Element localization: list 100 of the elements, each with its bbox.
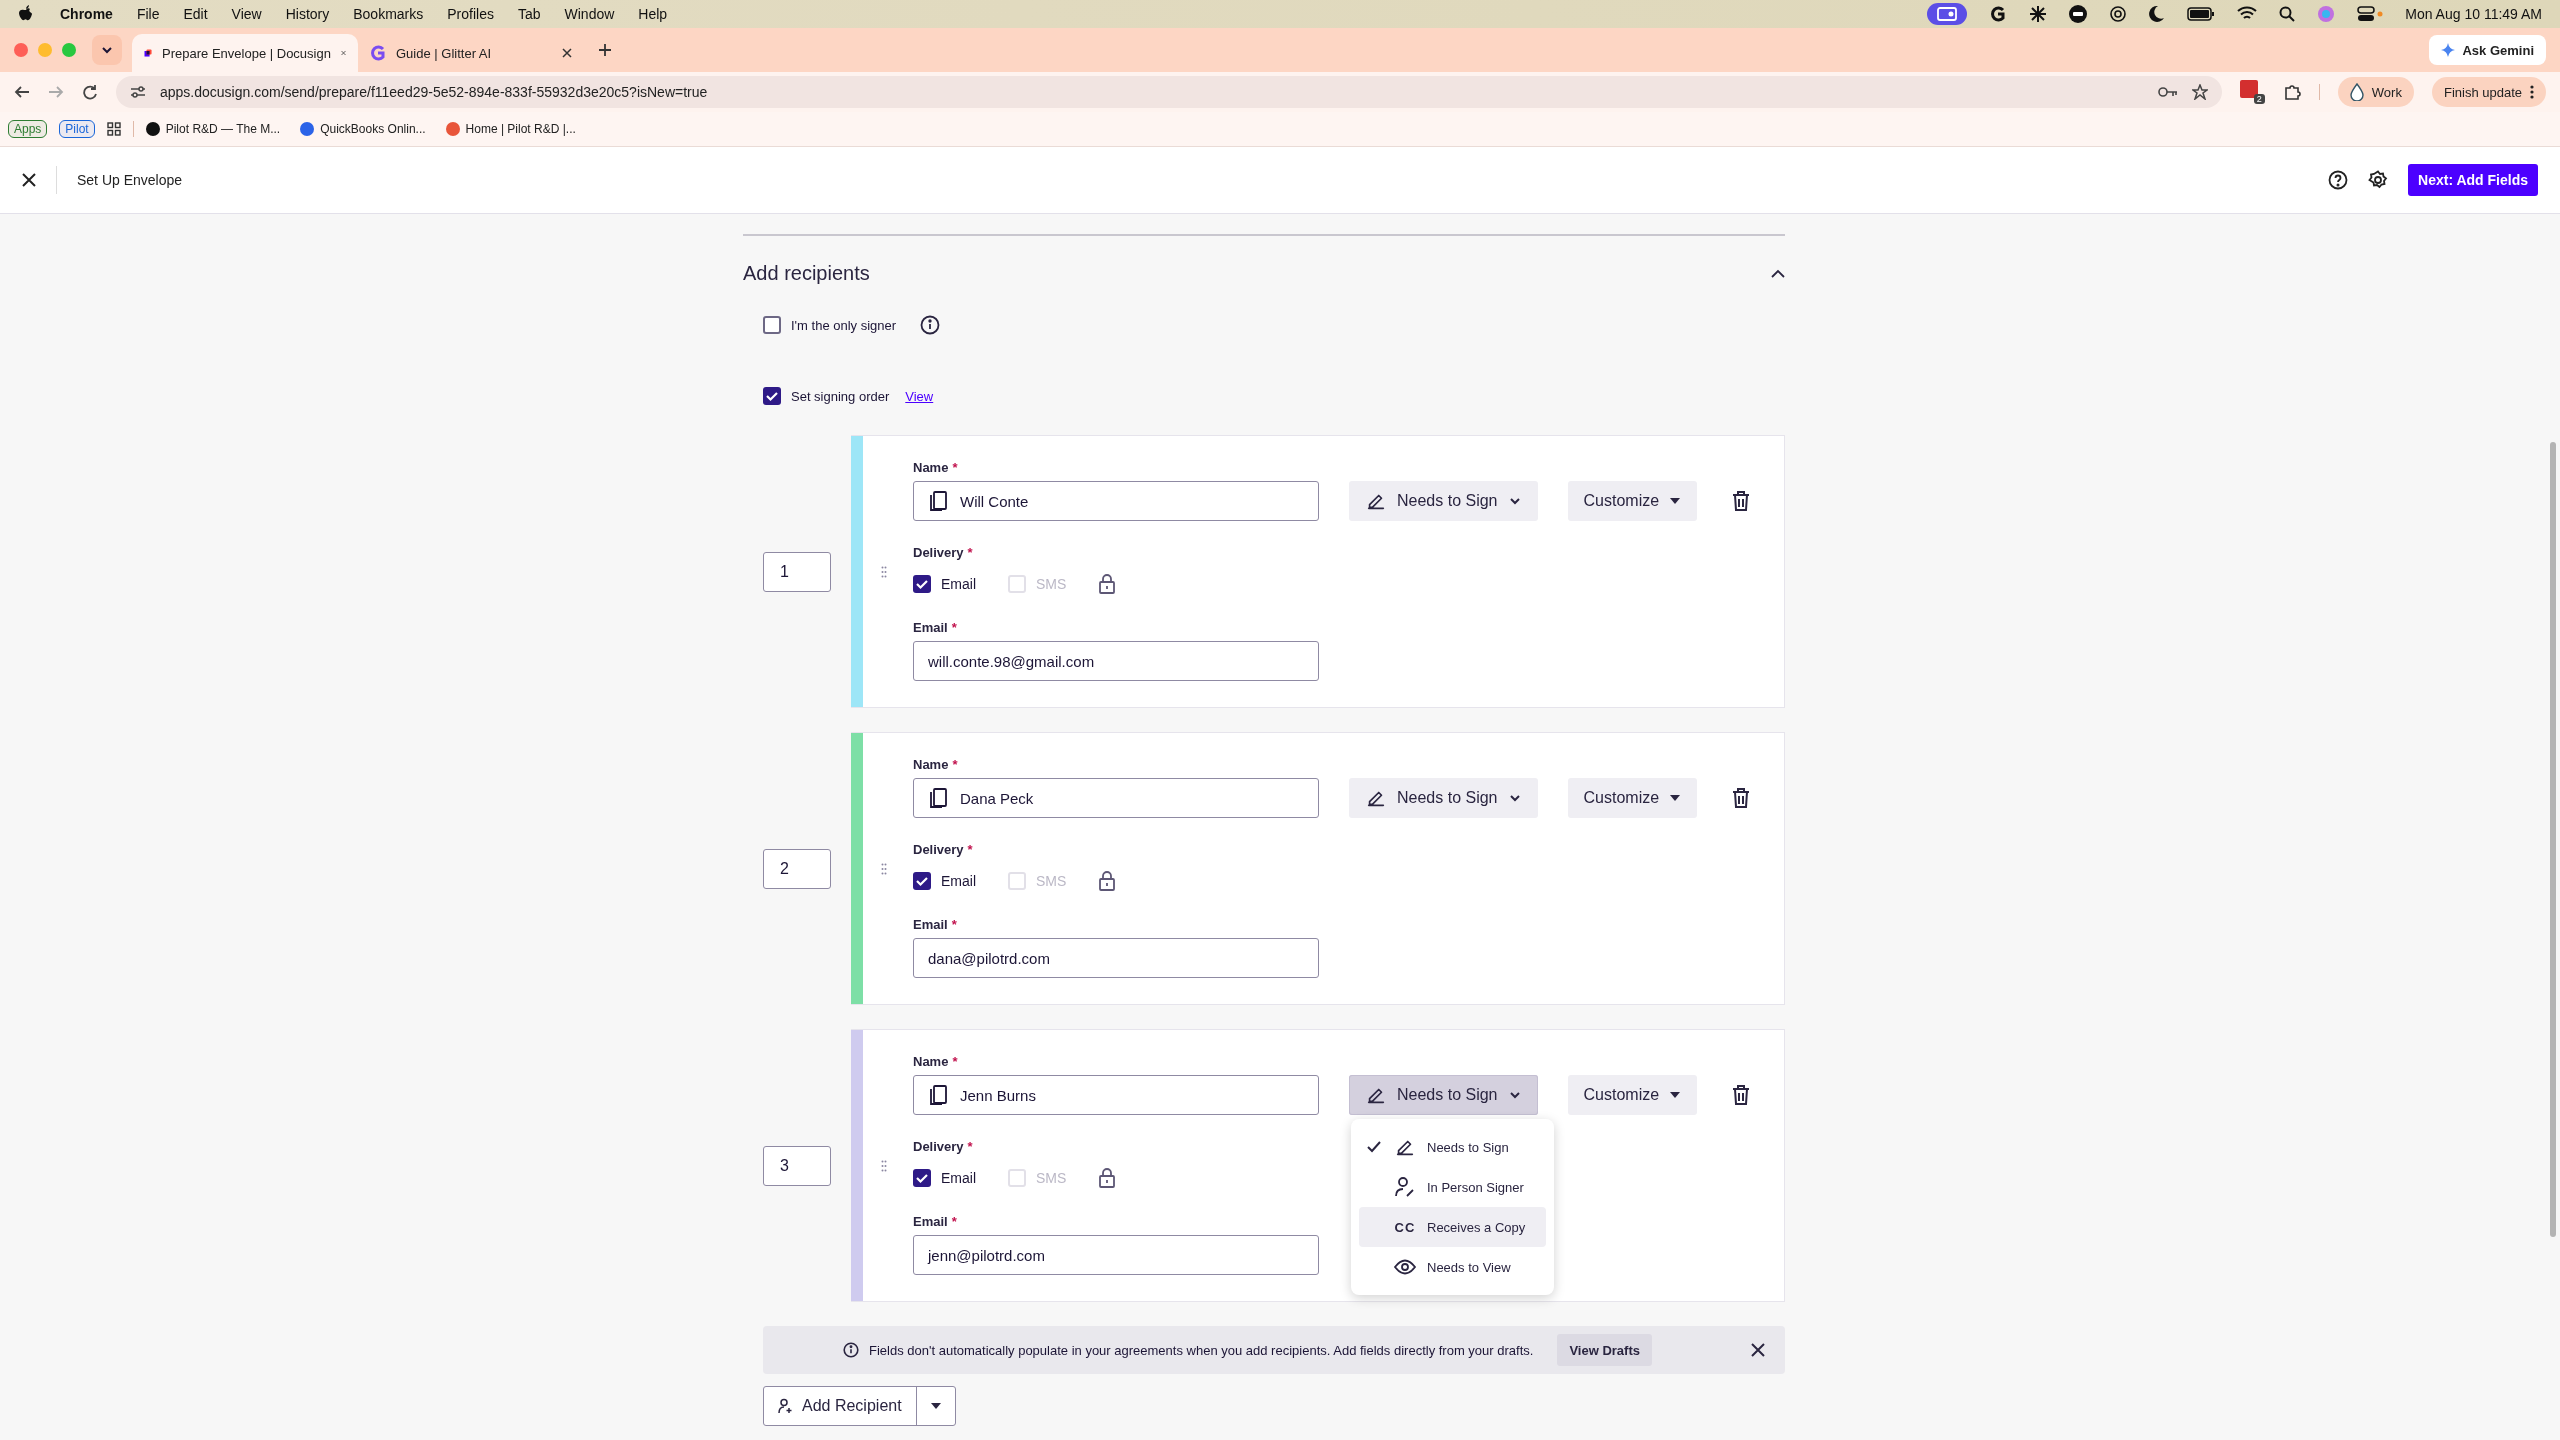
clock[interactable]: Mon Aug 10 11:49 AM (2405, 6, 2542, 22)
menu-item[interactable]: Profiles (447, 6, 494, 22)
order-field[interactable]: 2 (763, 848, 831, 889)
caret-icon (1669, 794, 1682, 802)
contacts-icon[interactable] (928, 490, 948, 512)
apple-logo-icon[interactable] (18, 5, 34, 23)
app-menu[interactable]: Chrome (60, 6, 113, 22)
field-label: Email * (913, 1214, 958, 1229)
screen-share-icon[interactable] (1927, 3, 1968, 25)
profile-button[interactable]: Work (2337, 77, 2414, 107)
drag-handle-icon[interactable] (881, 1159, 887, 1172)
customize-dropdown[interactable]: Customize (1567, 1075, 1698, 1115)
drag-handle-icon[interactable] (881, 862, 887, 875)
menu-option[interactable]: CC Receives a Copy (1359, 1207, 1546, 1247)
checkbox[interactable] (763, 316, 781, 334)
moon-icon[interactable] (2149, 5, 2166, 23)
eye-icon (1394, 1259, 1416, 1275)
role-dropdown[interactable]: Needs to Sign (1349, 481, 1538, 521)
caret-icon (1669, 497, 1682, 505)
checkbox[interactable] (913, 872, 931, 890)
menu-item[interactable]: View (231, 6, 262, 22)
contacts-icon[interactable] (928, 787, 948, 809)
checkbox[interactable] (913, 1169, 931, 1187)
name-field[interactable]: Will Conte (913, 481, 1319, 521)
drag-handle-icon[interactable] (881, 565, 887, 578)
role-dropdown[interactable]: Needs to Sign (1349, 778, 1538, 818)
menu-item[interactable]: Window (564, 6, 615, 22)
finish-update-button[interactable]: Finish update (2431, 77, 2546, 107)
close-icon[interactable] (22, 173, 36, 187)
order-field[interactable]: 1 (763, 551, 831, 592)
field-label: Email * (913, 917, 958, 932)
menu-option[interactable]: Needs to Sign (1359, 1127, 1546, 1167)
order-field[interactable]: 3 (763, 1145, 831, 1186)
checkbox[interactable] (763, 387, 781, 405)
ask-gemini-button[interactable]: Ask Gemini (2429, 35, 2546, 65)
address-bar[interactable]: apps.docusign.com/send/prepare/f11eed29-5e52-894e-833f-55932d3e20c5?isNew=true (116, 76, 2222, 108)
browser-tab[interactable]: Prepare Envelope | Docusign (132, 34, 358, 72)
browser-tab[interactable]: Guide | Glitter AI (358, 34, 584, 72)
menu-option[interactable]: Needs to View (1359, 1247, 1546, 1287)
person-add-icon (778, 1398, 794, 1414)
section-heading: Add recipients (743, 262, 870, 285)
apps-grid-icon[interactable] (106, 122, 121, 136)
lock-icon (1098, 574, 1117, 594)
search-icon[interactable] (2279, 6, 2296, 22)
collapse-icon[interactable] (1771, 268, 1785, 279)
site-settings-icon[interactable] (130, 85, 146, 99)
cc-label: CC (1394, 1219, 1416, 1235)
bookmark-link[interactable]: QuickBooks Onlin... (300, 122, 426, 136)
puzzle-icon[interactable] (2282, 83, 2301, 101)
checkbox-label: SMS (1036, 1170, 1067, 1186)
email-field[interactable]: dana@pilotrd.com (913, 938, 1319, 978)
name-field[interactable]: Jenn Burns (913, 1075, 1319, 1115)
starburst-icon[interactable] (2029, 5, 2048, 23)
site-favicon (370, 45, 386, 61)
menu-option[interactable]: In Person Signer (1359, 1167, 1546, 1207)
menu-item[interactable]: Edit (183, 6, 208, 22)
battery-icon[interactable] (2187, 7, 2216, 21)
trash-icon[interactable] (1731, 490, 1752, 512)
field-label: Delivery * (913, 842, 974, 857)
key-icon[interactable] (2157, 86, 2178, 98)
tab-search-button[interactable] (92, 35, 122, 65)
info-icon[interactable] (920, 315, 941, 335)
page-title: Set Up Envelope (56, 166, 183, 194)
contacts-icon[interactable] (928, 1084, 948, 1106)
menu-item[interactable]: Bookmarks (353, 6, 424, 22)
close-icon[interactable] (1751, 1343, 1765, 1357)
name-field[interactable]: Dana Peck (913, 778, 1319, 818)
trash-icon[interactable] (1731, 787, 1752, 809)
menu-item[interactable]: Help (638, 6, 668, 22)
menu-item[interactable]: History (285, 6, 330, 22)
next-add-fields-button[interactable]: Next: Add Fields (2408, 164, 2538, 196)
menu-item[interactable]: File (136, 6, 160, 22)
bookmark-link[interactable]: Pilot R&D — The M... (145, 122, 281, 136)
email-field[interactable]: jenn@pilotrd.com (913, 1235, 1319, 1275)
scrollbar-thumb[interactable] (2550, 442, 2556, 1237)
checkbox-label: Email (941, 873, 976, 889)
back-icon[interactable] (14, 84, 30, 100)
customize-dropdown[interactable]: Customize (1567, 778, 1698, 818)
lock-icon (1098, 871, 1117, 891)
menu-item[interactable]: Tab (517, 6, 541, 22)
email-field[interactable]: will.conte.98@gmail.com (913, 641, 1319, 681)
bookmark-chip[interactable]: Pilot (59, 120, 95, 138)
help-icon[interactable] (2328, 170, 2349, 190)
more-icon (2530, 85, 2534, 99)
reload-icon[interactable] (82, 84, 98, 100)
checkbox[interactable] (913, 575, 931, 593)
view-link[interactable]: View (905, 388, 934, 404)
bookmark-chip[interactable]: Apps (8, 120, 48, 138)
trash-icon[interactable] (1731, 1084, 1752, 1106)
g-logo-icon[interactable] (1989, 5, 2008, 23)
settings-icon[interactable] (2368, 170, 2389, 190)
customize-dropdown[interactable]: Customize (1567, 481, 1698, 521)
view-drafts-button[interactable]: View Drafts (1557, 1334, 1652, 1366)
star-icon[interactable] (2191, 84, 2208, 100)
bookmark-link[interactable]: Home | Pilot R&D |... (445, 122, 576, 136)
close-tab-icon[interactable] (562, 48, 572, 58)
control-center-icon[interactable] (2357, 5, 2384, 23)
new-tab-icon[interactable] (598, 43, 612, 57)
role-dropdown[interactable]: Needs to Sign (1349, 1075, 1538, 1115)
checkbox-label: SMS (1036, 576, 1067, 592)
